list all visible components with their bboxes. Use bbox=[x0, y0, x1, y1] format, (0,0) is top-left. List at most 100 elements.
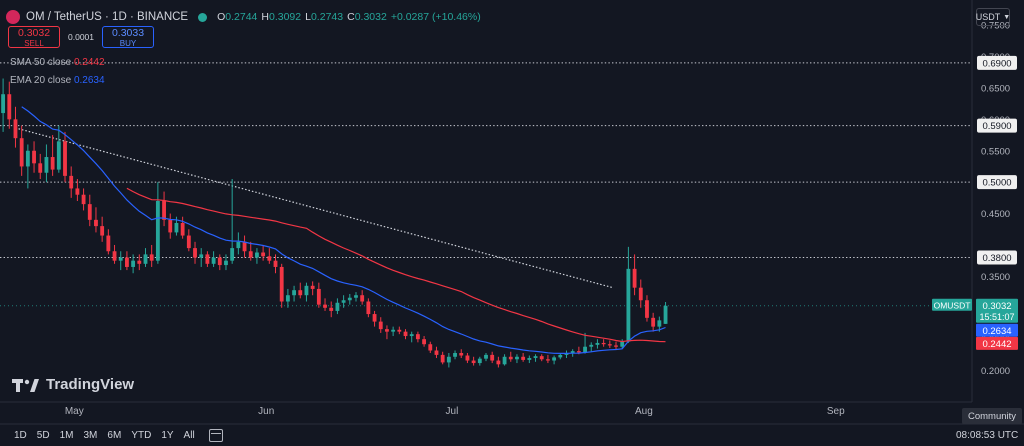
price-tick-label: 0.4500 bbox=[981, 209, 1010, 220]
candle-body bbox=[205, 254, 210, 264]
candle-body bbox=[100, 226, 105, 236]
ohlc-values: O0.2744 H0.3092 L0.2743 C0.3032 +0.0287 … bbox=[217, 11, 481, 23]
sma-price-label: 0.2442 bbox=[982, 339, 1011, 350]
clock-display[interactable]: 08:08:53 UTC bbox=[956, 430, 1018, 441]
sell-button[interactable]: 0.3032 SELL bbox=[8, 26, 60, 48]
candle-body bbox=[273, 260, 278, 267]
candle-body bbox=[607, 344, 612, 346]
sma-indicator-legend[interactable]: SMA 50 close 0.2442 bbox=[10, 57, 105, 68]
time-axis[interactable]: May Jun Jul Aug Sep bbox=[0, 401, 1024, 425]
timeframe-5d[interactable]: 5D bbox=[37, 430, 50, 441]
candle-body bbox=[453, 353, 457, 357]
candle-body bbox=[81, 194, 86, 205]
moving-averages bbox=[21, 106, 666, 354]
timeframe-ytd[interactable]: YTD bbox=[131, 430, 151, 441]
candle-body bbox=[645, 300, 649, 318]
candle-body bbox=[397, 329, 402, 332]
bar-countdown-label: 15:51:07 bbox=[979, 312, 1014, 322]
candle-body bbox=[620, 341, 625, 347]
candle-body bbox=[155, 201, 160, 261]
candle-body bbox=[174, 222, 179, 233]
timeframe-all[interactable]: All bbox=[184, 430, 195, 441]
candle-body bbox=[292, 290, 296, 296]
low-value: 0.2743 bbox=[310, 11, 344, 23]
candle-body bbox=[7, 94, 12, 120]
buy-button[interactable]: 0.3033 BUY bbox=[102, 26, 154, 48]
om-coin-icon bbox=[6, 10, 20, 24]
candles[interactable] bbox=[1, 78, 668, 368]
ema-value: 0.2634 bbox=[73, 75, 105, 86]
candle-body bbox=[316, 288, 321, 305]
candle-body bbox=[558, 354, 563, 358]
candle-body bbox=[614, 345, 618, 347]
timeframe-1d[interactable]: 1D bbox=[14, 430, 27, 441]
timeframe-3m[interactable]: 3M bbox=[84, 430, 98, 441]
currency-selector[interactable]: USDT ▼ bbox=[976, 8, 1010, 26]
level-price-label: 0.5900 bbox=[982, 121, 1011, 132]
time-tick-label: Jun bbox=[258, 406, 274, 417]
buy-label: BUY bbox=[119, 39, 137, 48]
symbol-title[interactable]: OM / TetherUS · 1D · BINANCE bbox=[26, 11, 188, 23]
candle-body bbox=[459, 353, 464, 356]
ema-indicator-legend[interactable]: EMA 20 close 0.2634 bbox=[10, 75, 105, 86]
level-price-label: 0.6900 bbox=[982, 58, 1011, 69]
tradingview-logo: TradingView bbox=[12, 376, 134, 393]
candle-body bbox=[75, 188, 80, 195]
candle-body bbox=[465, 355, 470, 361]
candle-body bbox=[168, 219, 173, 233]
candle-body bbox=[19, 138, 24, 167]
candle-body bbox=[403, 331, 408, 337]
candle-body bbox=[118, 257, 123, 261]
candle-body bbox=[44, 157, 49, 173]
horizontal-levels bbox=[0, 62, 972, 307]
tradingview-wordmark: TradingView bbox=[46, 376, 135, 393]
candle-body bbox=[372, 314, 377, 322]
community-button[interactable]: Community bbox=[962, 408, 1022, 424]
change-value: +0.0287 (+10.46%) bbox=[390, 11, 481, 23]
candle-body bbox=[595, 342, 600, 345]
calendar-range-icon[interactable] bbox=[208, 428, 223, 442]
candle-body bbox=[38, 163, 43, 173]
price-axis-labels: 0.6900 0.5900 0.5000 0.3800 OMUSDT 0.303215:5… bbox=[932, 55, 1018, 350]
candle-body bbox=[143, 254, 148, 264]
price-tick-label: 0.6500 bbox=[981, 83, 1010, 94]
candle-body bbox=[56, 141, 61, 170]
candle-body bbox=[663, 305, 668, 324]
candle-body bbox=[69, 175, 74, 189]
price-chart[interactable]: 0.20000.25000.35000.45000.55000.60000.65… bbox=[0, 0, 1024, 446]
candle-body bbox=[657, 320, 662, 327]
last-price-label: 0.3032 bbox=[982, 301, 1011, 312]
candle-body bbox=[131, 260, 136, 267]
time-tick-label: Aug bbox=[635, 406, 653, 417]
timeframe-1y[interactable]: 1Y bbox=[161, 430, 173, 441]
sell-price: 0.3032 bbox=[17, 27, 51, 39]
candle-body bbox=[484, 354, 488, 359]
candle-body bbox=[347, 297, 352, 301]
candle-body bbox=[335, 302, 340, 311]
candle-body bbox=[137, 260, 142, 264]
candle-body bbox=[638, 287, 643, 301]
candle-body bbox=[354, 295, 358, 298]
candle-body bbox=[329, 307, 334, 311]
candle-body bbox=[490, 354, 495, 361]
spread-value: 0.0001 bbox=[68, 32, 94, 42]
candle-body bbox=[422, 339, 427, 345]
candle-body bbox=[385, 329, 389, 332]
candle-body bbox=[279, 266, 284, 302]
timeframe-1m[interactable]: 1M bbox=[60, 430, 74, 441]
candle-body bbox=[186, 235, 191, 249]
candle-body bbox=[162, 201, 166, 220]
candle-body bbox=[651, 317, 656, 327]
timeframe-6m[interactable]: 6M bbox=[107, 430, 121, 441]
candle-body bbox=[477, 358, 482, 364]
candle-body bbox=[63, 141, 67, 176]
candle-body bbox=[601, 342, 606, 345]
open-value: 0.2744 bbox=[225, 11, 258, 23]
candle-body bbox=[378, 321, 383, 330]
candle-body bbox=[1, 94, 6, 114]
candle-body bbox=[391, 329, 396, 332]
buy-price: 0.3033 bbox=[111, 27, 145, 39]
candle-body bbox=[545, 359, 550, 361]
candle-body bbox=[285, 295, 290, 302]
candle-body bbox=[440, 354, 445, 363]
